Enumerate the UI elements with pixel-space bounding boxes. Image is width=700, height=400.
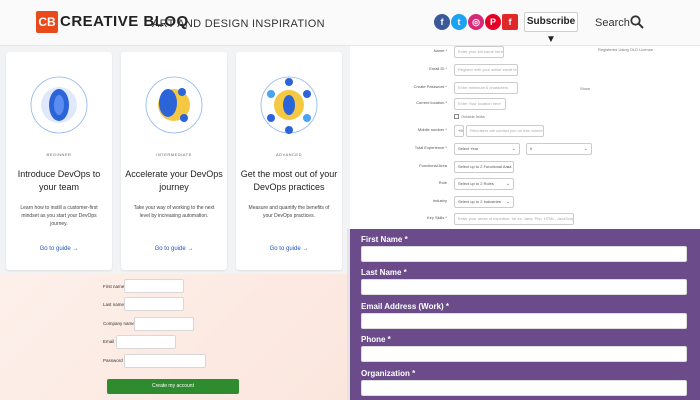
functional-area-label: Functional Area — [419, 163, 447, 168]
organization-label: Organization * — [361, 369, 416, 378]
functional-area-value: Select up to 2 Functional Area — [458, 164, 512, 169]
card-description: Take your way of working to the next lev… — [133, 205, 215, 219]
mobile-input[interactable]: Recruiters will contact you on this numb… — [466, 125, 544, 137]
last-name-label: Last Name * — [361, 268, 407, 277]
work-email-label: Email Address (Work) * — [361, 302, 450, 311]
work-email-input[interactable] — [361, 313, 687, 329]
facebook-icon[interactable]: f — [434, 14, 450, 30]
go-to-guide-link[interactable]: Go to guide → — [121, 246, 227, 252]
role-label: Role — [438, 180, 447, 185]
chevron-down-icon: ⌄ — [505, 181, 510, 187]
go-to-guide-link[interactable]: Go to guide → — [236, 246, 342, 252]
guide-card-intermediate[interactable]: INTERMEDIATE Accelerate your DevOps jour… — [121, 52, 227, 270]
card-description: Measure and quantify the benefits of you… — [248, 205, 330, 219]
go-to-guide-link[interactable]: Go to guide → — [6, 246, 112, 252]
name-label: Name * — [433, 48, 447, 53]
total-experience-label: Total Experience * — [414, 145, 447, 150]
first-name-label: First name — [103, 284, 125, 289]
devops-guides-section: BEGINNER Introduce DevOps to your team L… — [0, 46, 350, 274]
advanced-illustration-icon — [260, 76, 318, 134]
register-note: Registered Using OLD License — [598, 47, 653, 52]
company-name-label: Company name — [103, 321, 135, 326]
guide-card-advanced[interactable]: ADVANCED Get the most out of your DevOps… — [236, 52, 342, 270]
industry-label: Industry — [432, 198, 447, 203]
password-label: Create Password * — [413, 84, 447, 89]
search-icon[interactable] — [630, 15, 644, 29]
key-skills-label: Key Skills * — [426, 215, 447, 220]
experience-month-select[interactable]: 0 ⌄ — [526, 143, 592, 155]
chevron-down-icon: ⌄ — [505, 199, 510, 205]
outside-india-checkbox[interactable] — [454, 114, 459, 119]
beginner-illustration-icon — [30, 76, 88, 134]
chevron-down-icon: ⌄ — [511, 146, 516, 152]
first-name-label: First Name * — [361, 235, 408, 244]
email-label: Email ID * — [429, 66, 447, 71]
intermediate-illustration-icon — [145, 76, 203, 134]
last-name-label: Last name — [103, 302, 125, 307]
email-label: Email — [103, 339, 115, 344]
create-account-button[interactable]: Create my account — [107, 379, 239, 394]
chevron-down-icon: ⌄ — [583, 146, 588, 152]
country-code[interactable]: +91 — [454, 125, 464, 137]
organization-input[interactable] — [361, 380, 687, 396]
last-name-input[interactable] — [361, 279, 687, 295]
experience-year-select[interactable]: Select Year ⌄ — [454, 143, 520, 155]
mobile-label: Mobile number * — [417, 127, 447, 132]
industry-value: Select up to 2 Industries — [458, 199, 501, 204]
outside-india-label: Outside India — [461, 114, 485, 119]
registration-form: Registered Using OLD License Name * Ente… — [350, 46, 700, 229]
role-select[interactable]: Select up to 2 Roles ⌄ — [454, 178, 514, 190]
page: CB CREATIVE BLOQ ART AND DESIGN INSPIRAT… — [0, 0, 700, 400]
twitter-icon[interactable]: t — [451, 14, 467, 30]
chevron-down-icon: ⌄ — [505, 164, 510, 170]
show-password-link[interactable]: Show — [580, 86, 590, 91]
subscribe-button[interactable]: Subscribe ▼ — [524, 12, 578, 45]
site-tagline: ART AND DESIGN INSPIRATION — [152, 18, 325, 30]
instagram-icon[interactable]: ◎ — [468, 14, 484, 30]
role-value: Select up to 2 Roles — [458, 181, 494, 186]
first-name-input[interactable] — [124, 279, 184, 293]
industry-select[interactable]: Select up to 2 Industries ⌄ — [454, 196, 514, 208]
pinterest-icon[interactable]: P — [485, 14, 501, 30]
name-input[interactable]: Enter your full name here — [454, 46, 504, 58]
email-input[interactable] — [116, 335, 176, 349]
card-level: BEGINNER — [46, 152, 72, 157]
company-name-input[interactable] — [134, 317, 194, 331]
card-level: INTERMEDIATE — [156, 152, 192, 157]
card-title[interactable]: Get the most out of your DevOps practice… — [240, 168, 338, 194]
logo-mark[interactable]: CB — [36, 11, 58, 33]
site-header: CB CREATIVE BLOQ ART AND DESIGN INSPIRAT… — [0, 0, 700, 46]
create-account-form: First name Last name Company name Email … — [0, 274, 350, 400]
experience-month-value: 0 — [530, 146, 533, 151]
password-input[interactable]: Enter minimum 6 characters — [454, 82, 518, 94]
password-label: Password — [103, 358, 123, 363]
location-input[interactable]: Enter Your location here — [454, 98, 506, 110]
card-title[interactable]: Introduce DevOps to your team — [10, 168, 108, 194]
functional-area-select[interactable]: Select up to 2 Functional Area ⌄ — [454, 161, 514, 173]
flipboard-icon[interactable]: f — [502, 14, 518, 30]
email-input[interactable]: Register with your active email id — [454, 64, 518, 76]
card-level: ADVANCED — [276, 152, 302, 157]
search-label[interactable]: Search — [595, 17, 630, 29]
password-input[interactable] — [124, 354, 206, 368]
card-title[interactable]: Accelerate your DevOps journey — [125, 168, 223, 194]
key-skills-input[interactable]: Enter your areas of expertise, for ex: J… — [454, 213, 574, 225]
phone-input[interactable] — [361, 346, 687, 362]
phone-label: Phone * — [361, 335, 391, 344]
contact-form: First Name * Last Name * Email Address (… — [350, 229, 700, 400]
first-name-input[interactable] — [361, 246, 687, 262]
card-description: Learn how to instill a customer-first mi… — [20, 205, 98, 227]
experience-year-value: Select Year — [458, 146, 479, 151]
last-name-input[interactable] — [124, 297, 184, 311]
location-label: Current location * — [416, 100, 447, 105]
guide-card-beginner[interactable]: BEGINNER Introduce DevOps to your team L… — [6, 52, 112, 270]
